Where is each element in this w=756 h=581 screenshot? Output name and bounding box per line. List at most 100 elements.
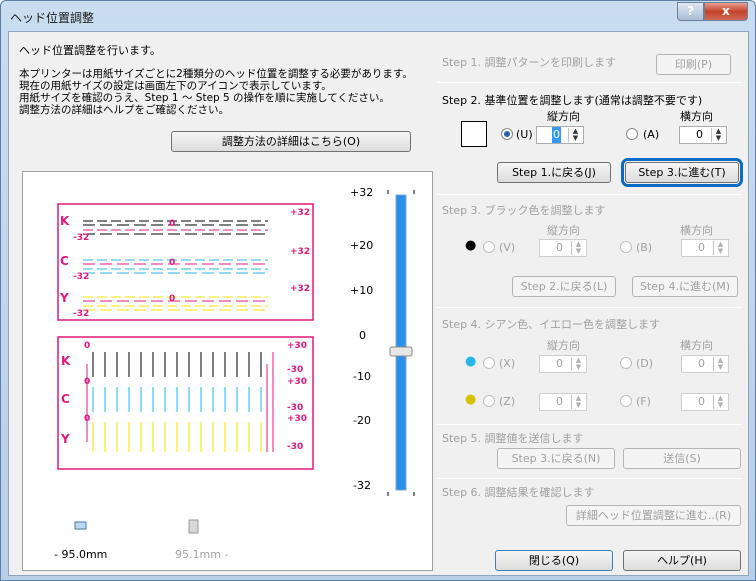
print-button[interactable]: 印刷(P)	[656, 54, 731, 75]
radio-u[interactable]	[501, 128, 513, 140]
z-value-spinner[interactable]: 0 ▲ ▼	[539, 393, 587, 411]
y-zero: 0	[169, 294, 176, 304]
scale-tick-minus10: -10	[353, 370, 371, 383]
y-plus32: +32	[290, 284, 311, 294]
radio-x[interactable]	[483, 357, 495, 369]
v-value-spinner[interactable]: 0 ▲ ▼	[539, 239, 587, 257]
step2-horizontal-label: 横方向	[680, 110, 713, 123]
step4-vertical-label: 縦方向	[547, 339, 580, 352]
paper-size-other-icon	[188, 519, 199, 534]
spinner-arrows-icon[interactable]: ▲ ▼	[571, 395, 585, 409]
step5-back-button[interactable]: Step 3.に戻る(N)	[497, 448, 615, 469]
a-value: 0	[696, 128, 703, 141]
details-button[interactable]: 調整方法の詳細はこちら(O)	[171, 131, 411, 152]
label-y-top: Y	[60, 291, 69, 305]
label-k-bottom: K	[61, 354, 71, 368]
yellow-ink-drop-icon: ●	[465, 392, 477, 407]
y-minus30: -30	[287, 442, 304, 452]
step3-next-button[interactable]: Step 4.に進む(M)	[632, 276, 738, 297]
step2-vertical-label: 縦方向	[547, 110, 580, 123]
separator-4	[437, 424, 742, 425]
c-plus30: +30	[287, 377, 308, 387]
spinner-arrows-icon[interactable]: ▲ ▼	[568, 128, 582, 142]
separator-1	[437, 82, 742, 83]
step4-label: Step 4. シアン色、イエロー色を調整します	[442, 318, 660, 331]
spinner-arrows-icon[interactable]: ▲ ▼	[571, 241, 585, 255]
help-title-button[interactable]: ?	[677, 2, 704, 21]
spinner-arrows-icon[interactable]: ▲ ▼	[711, 128, 725, 142]
radio-x-label: (X)	[499, 357, 516, 370]
f-value: 0	[698, 395, 705, 408]
scale-tick-minus20: -20	[353, 414, 371, 427]
close-dialog-button[interactable]: 閉じる(Q)	[495, 550, 613, 571]
window-title: ヘッド位置調整	[10, 11, 95, 25]
dialog-window: ヘッド位置調整 ? x ヘッド位置調整を行います。 本プリンターは用紙サイズごと…	[0, 0, 756, 581]
close-button[interactable]: x	[704, 2, 748, 21]
slider-track	[395, 194, 407, 491]
scale-tick-minus32: -32	[353, 479, 371, 492]
radio-b[interactable]	[620, 241, 632, 253]
c-plus32: +32	[290, 247, 311, 257]
c-minus32: -32	[73, 272, 90, 282]
k-minus32: -32	[73, 233, 90, 243]
k-zero: 0	[169, 219, 176, 229]
help-button[interactable]: ヘルプ(H)	[623, 550, 741, 571]
slider-thumb	[389, 346, 413, 357]
z-value: 0	[556, 395, 563, 408]
step6-label: Step 6. 調整結果を確認します	[442, 486, 595, 499]
y-zero-v: 0	[84, 414, 91, 424]
radio-z-label: (Z)	[499, 395, 516, 408]
step1-label: Step 1. 調整パターンを印刷します	[442, 56, 616, 69]
k-zero-v: 0	[84, 341, 91, 351]
k-horizontal-lines	[83, 220, 268, 235]
u-value-spinner[interactable]: 0 ▲ ▼	[536, 126, 584, 144]
send-button[interactable]: 送信(S)	[623, 448, 741, 469]
y-minus32: -32	[73, 309, 90, 319]
d-value-spinner[interactable]: 0 ▲ ▼	[681, 355, 729, 373]
k-plus32: +32	[290, 208, 311, 218]
c-zero: 0	[169, 258, 176, 268]
v-value: 0	[556, 241, 563, 254]
radio-a-label: (A)	[643, 128, 660, 141]
separator-2	[437, 194, 742, 195]
k-minus30: -30	[287, 365, 304, 375]
spinner-arrows-icon[interactable]: ▲ ▼	[713, 395, 727, 409]
radio-v-label: (V)	[499, 241, 516, 254]
detail-adjust-button[interactable]: 詳細ヘッド位置調整に進む..(R)	[566, 505, 741, 526]
label-c-top: C	[60, 254, 69, 268]
y-plus30: +30	[287, 414, 308, 424]
step3-back-button[interactable]: Step 2.に戻る(L)	[512, 276, 616, 297]
adjustment-preview: K C Y K C Y +32 -32 0 +32 -32 0 +32 -32 …	[22, 171, 433, 571]
step2-back-button[interactable]: Step 1.に戻る(J)	[497, 162, 611, 183]
radio-u-label: (U)	[516, 128, 533, 141]
cyan-ink-drop-icon: ●	[465, 354, 477, 369]
label-k-top: K	[60, 214, 70, 228]
f-value-spinner[interactable]: 0 ▲ ▼	[681, 393, 729, 411]
scale-tick-0: 0	[359, 329, 366, 342]
x-value: 0	[556, 357, 563, 370]
separator-5	[437, 478, 742, 479]
scale-tick-plus10: +10	[350, 284, 374, 297]
spinner-arrows-icon[interactable]: ▲ ▼	[713, 241, 727, 255]
x-value-spinner[interactable]: 0 ▲ ▼	[539, 355, 587, 373]
c-horizontal-lines	[83, 259, 268, 274]
radio-d[interactable]	[620, 357, 632, 369]
step2-label: Step 2. 基準位置を調整します(通常は調整不要です)	[442, 94, 703, 107]
step3-vertical-label: 縦方向	[547, 224, 580, 237]
radio-b-label: (B)	[636, 241, 653, 254]
step3-label: Step 3. ブラック色を調整します	[442, 204, 606, 217]
radio-a[interactable]	[626, 128, 638, 140]
radio-z[interactable]	[483, 395, 495, 407]
radio-v[interactable]	[483, 241, 495, 253]
b-value-spinner[interactable]: 0 ▲ ▼	[681, 239, 729, 257]
step2-next-button[interactable]: Step 3.に進む(T)	[621, 158, 743, 187]
radio-f[interactable]	[620, 395, 632, 407]
a-value-spinner[interactable]: 0 ▲ ▼	[679, 126, 727, 144]
c-zero-v: 0	[84, 377, 91, 387]
dialog-client: ヘッド位置調整を行います。 本プリンターは用紙サイズごとに2種類分のヘッド位置を…	[8, 31, 749, 576]
spinner-arrows-icon[interactable]: ▲ ▼	[571, 357, 585, 371]
spinner-arrows-icon[interactable]: ▲ ▼	[713, 357, 727, 371]
base-color-swatch	[461, 121, 487, 147]
c-vertical-lines	[92, 387, 262, 412]
label-c-bottom: C	[61, 392, 70, 406]
